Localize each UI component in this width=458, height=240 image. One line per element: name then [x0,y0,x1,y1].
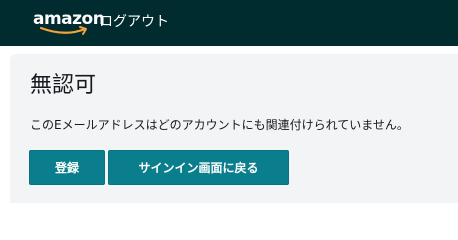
register-button[interactable]: 登録 [29,150,105,185]
logout-title: ログアウト [99,14,169,30]
amazon-smile-icon [39,26,87,35]
back-to-signin-button[interactable]: サインイン画面に戻る [108,150,289,185]
amazon-logo: amazon [33,9,105,35]
error-message: このEメールアドレスはどのアカウントにも関連付けられていません。 [30,118,409,132]
page-title: 無認可 [30,73,97,98]
top-header-bar: amazon ログアウト [0,0,458,46]
